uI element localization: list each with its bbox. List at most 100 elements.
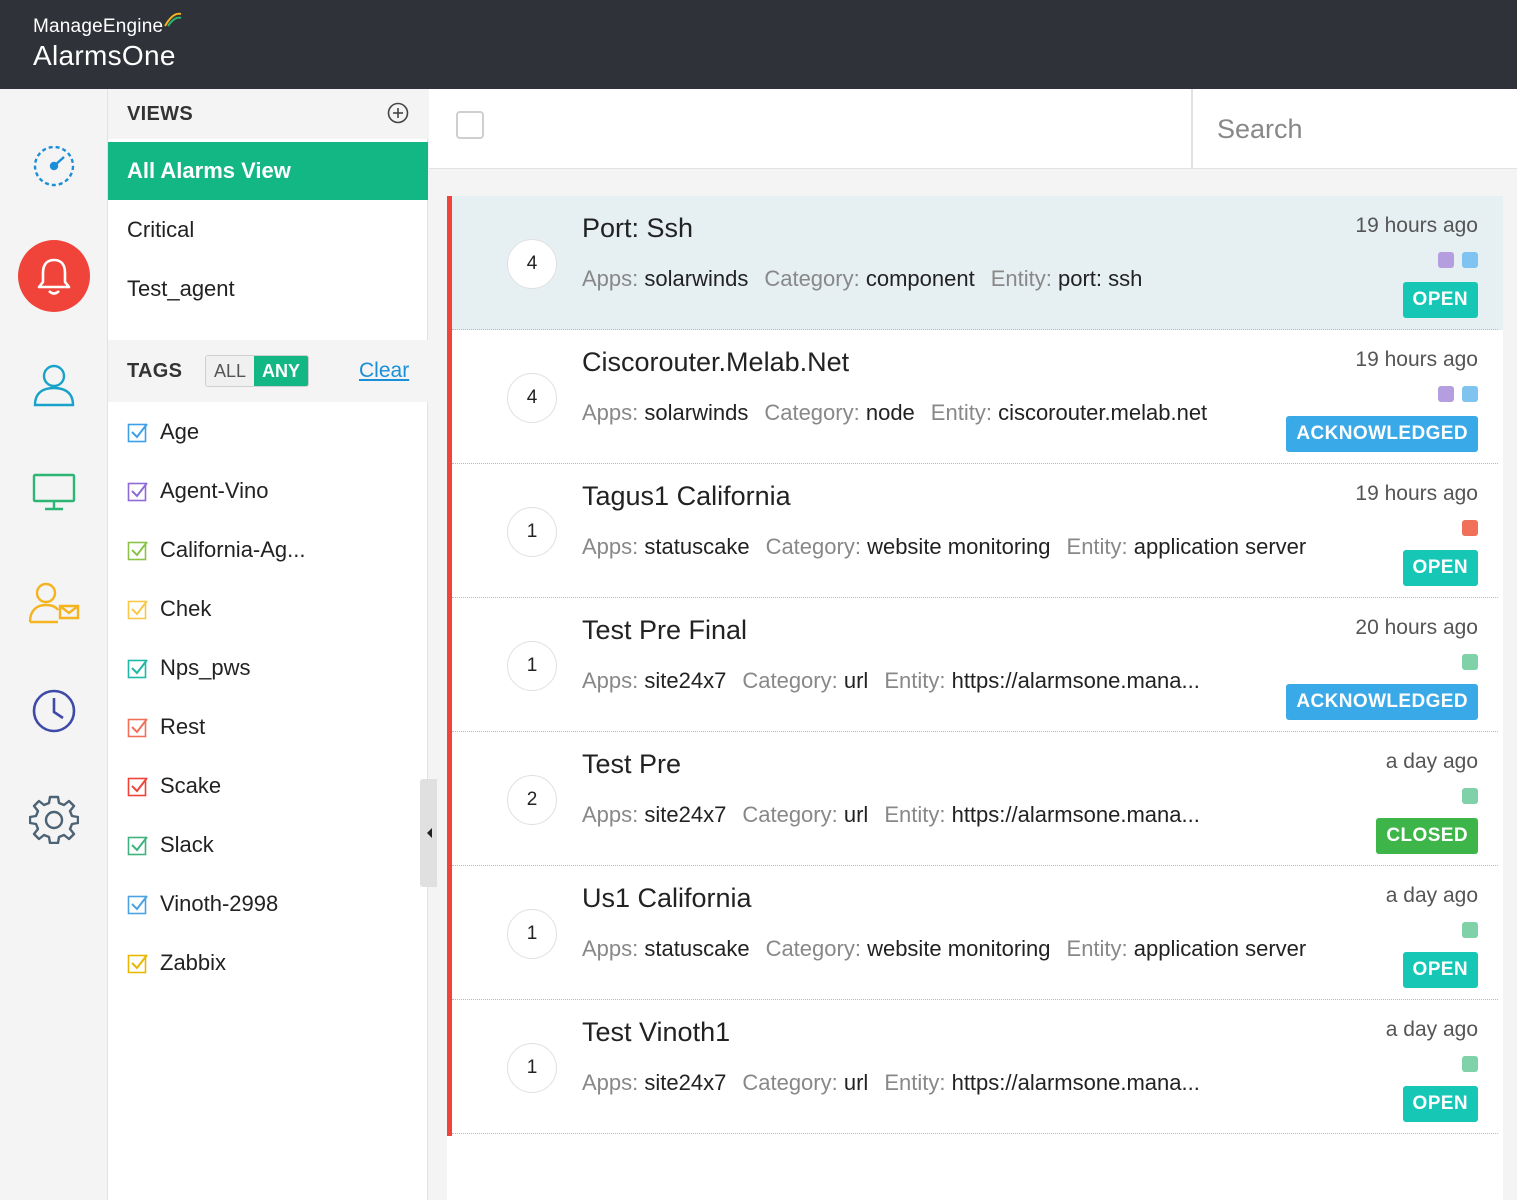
entity-label: Entity:	[884, 1070, 946, 1095]
alarm-list: 4 Port: Ssh Apps: solarwinds Category: comp…	[447, 196, 1503, 1200]
nav-dashboard[interactable]	[18, 130, 90, 202]
alarm-row[interactable]: 1 Test Pre Final Apps: site24x7 Category: u…	[452, 598, 1503, 732]
tag-dots	[1438, 252, 1478, 268]
vendor-name: ManageEngine	[33, 16, 164, 37]
entity-value: https://alarmsone.mana...	[951, 802, 1200, 827]
tag-item[interactable]: Chek	[127, 589, 211, 629]
alarm-title[interactable]: Us1 California	[582, 883, 752, 914]
settings-gear-icon	[29, 795, 79, 844]
tag-item[interactable]: Agent-Vino	[127, 471, 268, 511]
tag-label: Chek	[160, 596, 212, 621]
view-test-agent[interactable]: Test_agent	[108, 260, 428, 318]
user-notify-icon	[28, 582, 80, 624]
entity-label: Entity:	[1066, 534, 1128, 559]
alarm-time: 20 hours ago	[1355, 616, 1478, 639]
tag-item[interactable]: Vinoth-2998	[127, 884, 278, 924]
tag-item[interactable]: Nps_pws	[127, 648, 250, 688]
select-all-checkbox[interactable]	[456, 111, 484, 139]
toggle-all-button[interactable]: ALL	[206, 356, 255, 386]
tag-item[interactable]: Scake	[127, 766, 221, 806]
alarm-title[interactable]: Test Pre Final	[582, 615, 747, 646]
apps-value: site24x7	[644, 802, 727, 827]
category-value: website monitoring	[867, 534, 1051, 559]
toggle-any-button[interactable]: ANY	[254, 356, 309, 386]
collapse-panel-handle[interactable]	[420, 779, 437, 887]
checkbox-checked-icon[interactable]	[127, 657, 149, 679]
nav-alarms[interactable]	[18, 240, 90, 312]
alarm-title[interactable]: Tagus1 California	[582, 481, 791, 512]
alarm-title[interactable]: Test Pre	[582, 749, 681, 780]
clear-tags-link[interactable]: Clear	[359, 359, 409, 383]
category-value: node	[865, 400, 915, 425]
status-badge[interactable]: ACKNOWLEDGED	[1286, 416, 1478, 452]
apps-value: solarwinds	[644, 266, 749, 291]
alarm-row[interactable]: 1 Test Vinoth1 Apps: site24x7 Category: url…	[452, 1000, 1503, 1134]
category-value: url	[843, 1070, 869, 1095]
nav-settings[interactable]	[18, 783, 90, 855]
checkbox-checked-icon[interactable]	[127, 893, 149, 915]
checkbox-checked-icon[interactable]	[127, 834, 149, 856]
status-badge[interactable]: CLOSED	[1376, 818, 1478, 854]
status-badge[interactable]: OPEN	[1402, 550, 1478, 586]
tag-label: California-Ag...	[160, 537, 306, 562]
checkbox-checked-icon[interactable]	[127, 716, 149, 738]
tag-label: Vinoth-2998	[160, 891, 279, 916]
apps-label: Apps:	[582, 1070, 639, 1095]
alarm-time: 19 hours ago	[1355, 348, 1478, 371]
alarms-bell-icon	[37, 258, 71, 295]
alarm-row[interactable]: 2 Test Pre Apps: site24x7 Category: url Enti…	[452, 732, 1503, 866]
alarm-title[interactable]: Ciscorouter.Melab.Net	[582, 347, 849, 378]
tag-item[interactable]: California-Ag...	[127, 530, 306, 570]
add-view-icon[interactable]	[387, 102, 409, 124]
tag-dots	[1438, 386, 1478, 402]
tag-item[interactable]: Rest	[127, 707, 205, 747]
checkbox-checked-icon[interactable]	[127, 539, 149, 561]
category-value: website monitoring	[867, 936, 1051, 961]
tag-color-dot	[1462, 922, 1478, 938]
dashboard-icon	[33, 145, 75, 187]
nav-notifications[interactable]	[18, 566, 90, 638]
alarm-time: a day ago	[1385, 884, 1478, 907]
nav-monitors[interactable]	[18, 456, 90, 528]
checkbox-checked-icon[interactable]	[127, 952, 149, 974]
views-header: VIEWS	[108, 89, 428, 139]
tag-dots	[1462, 922, 1478, 938]
entity-value: https://alarmsone.mana...	[951, 1070, 1200, 1095]
nav-history[interactable]	[18, 675, 90, 747]
category-label: Category:	[765, 534, 861, 559]
status-badge[interactable]: OPEN	[1402, 1086, 1478, 1122]
alarm-row[interactable]: 1 Tagus1 California Apps: statuscake Catego…	[452, 464, 1503, 598]
tags-title: TAGS	[127, 360, 183, 382]
search-input[interactable]	[1217, 89, 1507, 169]
status-badge[interactable]: OPEN	[1402, 282, 1478, 318]
tag-item[interactable]: Slack	[127, 825, 214, 865]
alarm-row[interactable]: 4 Ciscorouter.Melab.Net Apps: solarwinds Ca…	[452, 330, 1503, 464]
view-all-alarms[interactable]: All Alarms View	[108, 142, 428, 200]
alarm-meta: Apps: statuscake Category: website monito…	[582, 936, 1306, 962]
caret-left-icon	[426, 828, 432, 838]
checkbox-checked-icon[interactable]	[127, 421, 149, 443]
occurrence-count-badge: 2	[507, 775, 557, 825]
alarm-time: 19 hours ago	[1355, 214, 1478, 237]
monitor-icon	[32, 473, 76, 511]
tag-item[interactable]: Age	[127, 412, 199, 452]
tag-label: Zabbix	[160, 950, 227, 975]
tag-dots	[1462, 1056, 1478, 1072]
checkbox-checked-icon[interactable]	[127, 598, 149, 620]
tag-match-toggle: ALL ANY	[205, 355, 310, 387]
alarm-time: a day ago	[1385, 1018, 1478, 1041]
tag-item[interactable]: Zabbix	[127, 943, 226, 983]
alarm-row[interactable]: 1 Us1 California Apps: statuscake Category:…	[452, 866, 1503, 1000]
status-badge[interactable]: ACKNOWLEDGED	[1286, 684, 1478, 720]
apps-label: Apps:	[582, 400, 639, 425]
view-critical[interactable]: Critical	[108, 201, 428, 259]
apps-value: site24x7	[644, 668, 727, 693]
checkbox-checked-icon[interactable]	[127, 480, 149, 502]
tag-color-dot	[1462, 1056, 1478, 1072]
alarm-row[interactable]: 4 Port: Ssh Apps: solarwinds Category: comp…	[452, 196, 1503, 330]
status-badge[interactable]: OPEN	[1402, 952, 1478, 988]
nav-users[interactable]	[18, 348, 90, 420]
checkbox-checked-icon[interactable]	[127, 775, 149, 797]
alarm-title[interactable]: Test Vinoth1	[582, 1017, 730, 1048]
alarm-title[interactable]: Port: Ssh	[582, 213, 693, 244]
